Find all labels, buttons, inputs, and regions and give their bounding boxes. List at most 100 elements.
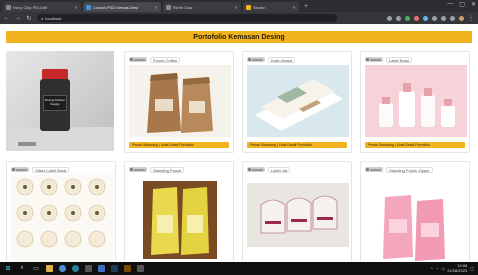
brand-logo [247, 57, 265, 62]
puzzle-icon[interactable] [450, 15, 455, 21]
clock-date: 21/08/2023 [447, 267, 468, 273]
chevron-up-icon[interactable]: ^ [431, 266, 433, 271]
card-label: Stiker Label Bulat [32, 166, 70, 173]
browser-toolbar: ← → ↻ ● localhost ⋮ [0, 12, 478, 24]
browser-tab[interactable]: Sbulen ✕ [243, 2, 299, 12]
web-page: Portofolio Kemasan Desing Desing Kitchen… [0, 24, 478, 262]
business-cards-image [247, 65, 349, 137]
volume-icon[interactable]: ◁ [441, 266, 444, 271]
pink-pouch-image [365, 175, 467, 262]
bookmark-star-icon[interactable] [396, 15, 401, 21]
card-label: Standing Pouch Zipper [386, 166, 433, 173]
card-label: Label Botol [386, 56, 413, 63]
jar-labels-image [247, 183, 349, 247]
portfolio-card-standing-pouch[interactable]: Standing Pouch [124, 161, 234, 262]
card-label: Pouch Coffee [150, 56, 181, 63]
profile-avatar[interactable] [459, 15, 464, 21]
task-view-icon[interactable]: ▭ [32, 265, 40, 272]
lock-icon: ● [41, 15, 44, 21]
close-window-button[interactable]: ✕ [471, 1, 476, 8]
card-header: Label Botol [365, 56, 465, 63]
card-header: Pouch Coffee [129, 56, 229, 63]
notifications-icon[interactable]: ▢ [470, 266, 474, 271]
portfolio-card-bottles[interactable]: Label Botol Pesan Sekarang | Lihat Detai… [360, 51, 470, 153]
extension-icon[interactable] [441, 15, 446, 21]
extensions-area: ⋮ [387, 15, 474, 22]
page-title: Portofolio Kemasan Desing [193, 33, 285, 41]
maximize-button[interactable]: ▢ [459, 1, 465, 8]
jar-product: Desing Kitchen Supply [40, 69, 70, 131]
file-explorer-icon[interactable] [46, 265, 53, 272]
share-icon[interactable] [387, 15, 392, 21]
search-icon[interactable]: ⌕ [18, 265, 26, 272]
store-icon[interactable] [85, 265, 92, 272]
brand-logo [365, 57, 383, 62]
brand-logo [11, 167, 29, 172]
tab-favicon-icon [6, 4, 11, 10]
tab-close-icon[interactable]: ✕ [293, 5, 296, 10]
yellow-pouch-image [143, 181, 217, 259]
tab-favicon-icon [246, 4, 251, 10]
portfolio-card-jar-label[interactable]: Label Jar [242, 161, 352, 262]
mail-icon[interactable] [98, 265, 105, 272]
card-label: Kartu Nama [268, 56, 296, 63]
network-icon[interactable]: ◔ [436, 266, 438, 271]
brand-logo [247, 167, 265, 172]
tab-title: Sbulen [253, 4, 266, 10]
extension-icon[interactable] [423, 15, 428, 21]
featured-image: Desing Kitchen Supply [6, 51, 114, 151]
illustrator-icon[interactable] [124, 265, 131, 272]
portfolio-card-pink-pouch[interactable]: Standing Pouch Zipper [360, 161, 470, 262]
tab-favicon-icon [166, 4, 171, 10]
back-button[interactable]: ← [4, 15, 10, 21]
brand-logo [129, 167, 147, 172]
card-action-bar[interactable]: Pesan Sekarang | Lihat Detail Portofolio [129, 142, 229, 148]
system-tray: ^ ◔ ◁ 13:08 21/08/2023 ▢ [431, 263, 474, 273]
round-stickers-image [11, 175, 113, 262]
brand-logo [18, 142, 36, 146]
menu-kebab-icon[interactable]: ⋮ [468, 15, 474, 22]
card-header: Standing Pouch [129, 166, 229, 173]
card-label: Standing Pouch [150, 166, 185, 173]
extension-icon[interactable] [432, 15, 437, 21]
jar-label: Desing Kitchen Supply [43, 95, 67, 111]
card-action-bar[interactable]: Pesan Sekarang | Lihat Detail Portofolio [365, 142, 465, 148]
taskbar: ⊞ ⌕ ▭ ^ ◔ ◁ 13:08 21/08/2023 ▢ [0, 262, 478, 275]
card-action-text: Pesan Sekarang | Lihat Detail Portofolio [250, 143, 313, 147]
minimize-button[interactable]: — [447, 1, 453, 8]
reload-button[interactable]: ↻ [26, 15, 32, 22]
tab-close-icon[interactable]: ✕ [75, 5, 78, 10]
windows-start-icon[interactable]: ⊞ [4, 265, 12, 272]
card-header: Kartu Nama [247, 56, 347, 63]
tab-title: Contoh PSD Kemas Desi [93, 4, 138, 10]
card-header: Standing Pouch Zipper [365, 166, 465, 173]
card-label: Label Jar [268, 166, 291, 173]
edge-icon[interactable] [72, 265, 79, 272]
new-tab-button[interactable]: + [301, 2, 311, 12]
card-action-text: Pesan Sekarang | Lihat Detail Portofolio [132, 143, 195, 147]
card-action-bar[interactable]: Pesan Sekarang | Lihat Detail Portofolio [247, 142, 347, 148]
bottles-image [365, 65, 467, 137]
card-action-text: Pesan Sekarang | Lihat Detail Portofolio [368, 143, 431, 147]
page-title-bar: Portofolio Kemasan Desing [6, 31, 472, 43]
address-bar[interactable]: ● localhost [37, 14, 337, 22]
portfolio-card-business-cards[interactable]: Kartu Nama Pesan Sekarang | Lihat Detail… [242, 51, 352, 153]
chrome-icon[interactable] [59, 265, 66, 272]
address-text: localhost [45, 15, 62, 21]
app-icon[interactable] [137, 265, 144, 272]
card-header: Label Jar [247, 166, 347, 173]
portfolio-card-pouch[interactable]: Pouch Coffee Pesan Sekarang | Lihat Deta… [124, 51, 234, 153]
extension-icon[interactable] [414, 15, 419, 21]
window-controls: — ▢ ✕ [447, 1, 476, 8]
browser-tab-active[interactable]: Contoh PSD Kemas Desi ✕ [83, 2, 161, 12]
browser-tab[interactable]: Hony Clay PELDMI ✕ [3, 2, 81, 12]
tab-close-icon[interactable]: ✕ [155, 5, 158, 10]
forward-button[interactable]: → [15, 15, 21, 21]
photoshop-icon[interactable] [111, 265, 118, 272]
portfolio-card-stickers[interactable]: Stiker Label Bulat [6, 161, 116, 262]
featured-card[interactable]: Desing Kitchen Supply [6, 51, 116, 153]
clock[interactable]: 13:08 21/08/2023 [447, 263, 468, 273]
extension-icon[interactable] [405, 15, 410, 21]
tab-close-icon[interactable]: ✕ [235, 5, 238, 10]
browser-tab[interactable]: Rivhit Ckar ✕ [163, 2, 241, 12]
